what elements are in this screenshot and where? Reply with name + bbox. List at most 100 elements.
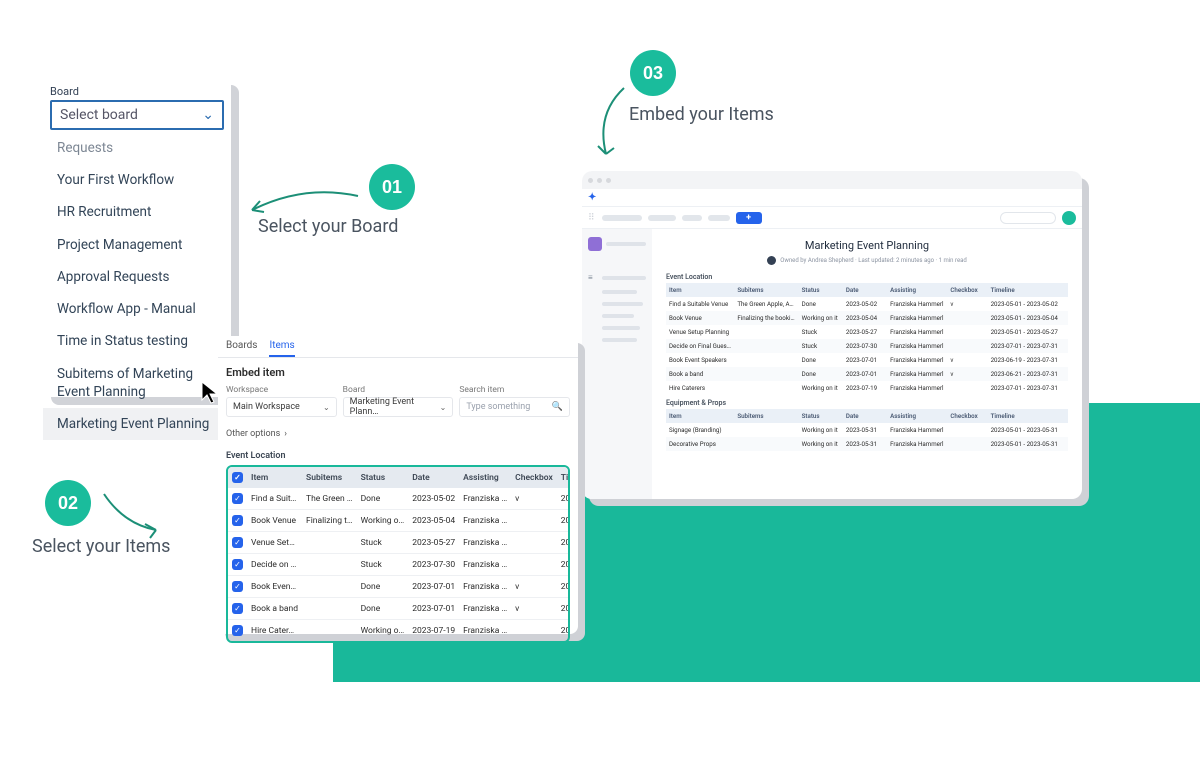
table-row[interactable]: Hire CaterersWorking on it2023-07-19Fran…: [666, 381, 1068, 395]
table-row[interactable]: ✓Find a Suit…The Green …Done2023-05-02Fr…: [228, 488, 570, 510]
board-option[interactable]: Time in Status testing: [43, 325, 231, 357]
tab-boards[interactable]: Boards: [226, 340, 257, 357]
chevron-down-icon: ⌄: [323, 403, 330, 412]
page-main: Marketing Event Planning Owned by Andrea…: [652, 229, 1082, 499]
col-header: Checkbox: [947, 409, 987, 423]
user-avatar[interactable]: [1062, 211, 1076, 225]
board-option[interactable]: HR Recruitment: [43, 196, 231, 228]
cell: Done: [799, 367, 843, 381]
cell: Book Venue: [666, 311, 734, 325]
items-table-wrap: ✓ Item Subitems Status Date Assisting Ch…: [226, 465, 570, 643]
table-row[interactable]: Find a Suitable VenueThe Green Apple, Au…: [666, 297, 1068, 311]
other-options-toggle[interactable]: Other options ›: [218, 425, 578, 447]
table-row[interactable]: Venue Setup PlanningStuck2023-05-27Franz…: [666, 325, 1068, 339]
checkbox-icon[interactable]: ✓: [232, 603, 243, 614]
cell: [947, 311, 987, 325]
table-row[interactable]: ✓Book VenueFinalizing t…Working o…2023-0…: [228, 510, 570, 532]
cell: v: [947, 297, 987, 311]
col-check[interactable]: ✓: [228, 467, 247, 488]
step-label-01: Select your Board: [258, 216, 398, 237]
cell: [734, 367, 798, 381]
board-option[interactable]: Requests: [43, 132, 231, 164]
board-option-active[interactable]: Marketing Event Planning: [43, 408, 231, 440]
cell: The Green Apple, Auto…: [734, 297, 798, 311]
grip-icon: ⠿: [588, 213, 596, 223]
table-row[interactable]: ✓Decide on …Stuck2023-07-30Franziska …20…: [228, 554, 570, 576]
cell: [734, 339, 798, 353]
cell-status: Done: [357, 598, 409, 620]
cell: Franziska Hammerl: [887, 339, 947, 353]
workspace-select[interactable]: Main Workspace ⌄: [226, 397, 337, 417]
board-option[interactable]: Approval Requests: [43, 261, 231, 293]
window-dot-icon: [606, 178, 611, 183]
cell: Franziska Hammerl: [887, 381, 947, 395]
cell: 2023-07-30: [843, 339, 887, 353]
checkbox-icon[interactable]: ✓: [232, 472, 243, 483]
search-input[interactable]: [1000, 212, 1056, 224]
arrow-01: [244, 176, 364, 218]
cell-subitems: [302, 620, 357, 642]
window-dot-icon: [597, 178, 602, 183]
checkbox-icon[interactable]: ✓: [232, 515, 243, 526]
board-option[interactable]: Your First Workflow: [43, 164, 231, 196]
checkbox-icon[interactable]: ✓: [232, 559, 243, 570]
arrow-02: [100, 490, 170, 540]
toolbar-placeholder: [648, 215, 676, 221]
cell-assisting: Franziska …: [459, 576, 511, 598]
cell-date: 2023-07-01: [408, 598, 459, 620]
table-row[interactable]: Decorative PropsWorking on it2023-05-31F…: [666, 437, 1068, 451]
cell: Decide on Final Guest List: [666, 339, 734, 353]
create-button[interactable]: +: [736, 212, 762, 224]
app-logo-icon: ✦: [588, 192, 596, 203]
nav-icon[interactable]: ≡: [588, 273, 598, 282]
workspace-select-label: Workspace: [226, 385, 337, 395]
cell-status: Stuck: [357, 532, 409, 554]
cell-checkbox: [511, 620, 557, 642]
cell: Finalizing the booking wit…: [734, 311, 798, 325]
board-select[interactable]: Select board ⌄: [50, 100, 224, 130]
chevron-down-icon: ⌄: [202, 107, 214, 123]
checkbox-icon[interactable]: ✓: [232, 493, 243, 504]
cell-assisting: Franziska …: [459, 598, 511, 620]
col-subitems: Subitems: [302, 467, 357, 488]
checkbox-icon[interactable]: ✓: [232, 625, 243, 636]
col-assisting: Assisting: [459, 467, 511, 488]
search-item-placeholder: Type something: [466, 402, 530, 412]
cell: [734, 325, 798, 339]
col-timeline: Timeline: [557, 467, 570, 488]
table-row[interactable]: ✓Venue Set…Stuck2023-05-27Franziska …202…: [228, 532, 570, 554]
step-label-02: Select your Items: [32, 536, 170, 557]
table-row[interactable]: Book a bandDone2023-07-01Franziska Hamme…: [666, 367, 1068, 381]
table-row[interactable]: ✓Hire Cater…Working o…2023-07-19Franzisk…: [228, 620, 570, 642]
space-icon[interactable]: [588, 237, 602, 251]
checkbox-icon[interactable]: ✓: [232, 581, 243, 592]
search-item-input[interactable]: Type something 🔍: [459, 397, 570, 417]
board-option[interactable]: Workflow App - Manual: [43, 293, 231, 325]
cell: [947, 339, 987, 353]
cell-item: Hire Cater…: [247, 620, 302, 642]
author-avatar: [767, 256, 776, 265]
cell: v: [947, 367, 987, 381]
sidebar-placeholder: [602, 290, 637, 294]
board-option[interactable]: Project Management: [43, 229, 231, 261]
table-row[interactable]: Decide on Final Guest ListStuck2023-07-3…: [666, 339, 1068, 353]
group-title: Event Location: [218, 447, 578, 465]
col-header: Status: [799, 283, 843, 297]
table-row[interactable]: Book Event SpeakersDone2023-07-01Franzis…: [666, 353, 1068, 367]
table-row[interactable]: ✓Book Even…Done2023-07-01Franziska …v202…: [228, 576, 570, 598]
cell-subitems: [302, 554, 357, 576]
table-row[interactable]: Book VenueFinalizing the booking wit…Wor…: [666, 311, 1068, 325]
board-select-panel2[interactable]: Marketing Event Plann… ⌄: [343, 397, 454, 417]
col-header: Timeline: [988, 283, 1068, 297]
cell-timeline: 2023-07-0…: [557, 620, 570, 642]
table-row[interactable]: Signage (Branding)Working on it2023-05-3…: [666, 423, 1068, 437]
tab-items[interactable]: Items: [269, 340, 294, 357]
cell: 2023-05-02: [843, 297, 887, 311]
board-select-placeholder: Select board: [60, 107, 138, 123]
table-row[interactable]: ✓Book a bandDone2023-07-01Franziska …v20…: [228, 598, 570, 620]
toolbar-placeholder: [708, 215, 730, 221]
cell-date: 2023-07-30: [408, 554, 459, 576]
col-header: Item: [666, 409, 734, 423]
cell-subitems: Finalizing t…: [302, 510, 357, 532]
checkbox-icon[interactable]: ✓: [232, 537, 243, 548]
